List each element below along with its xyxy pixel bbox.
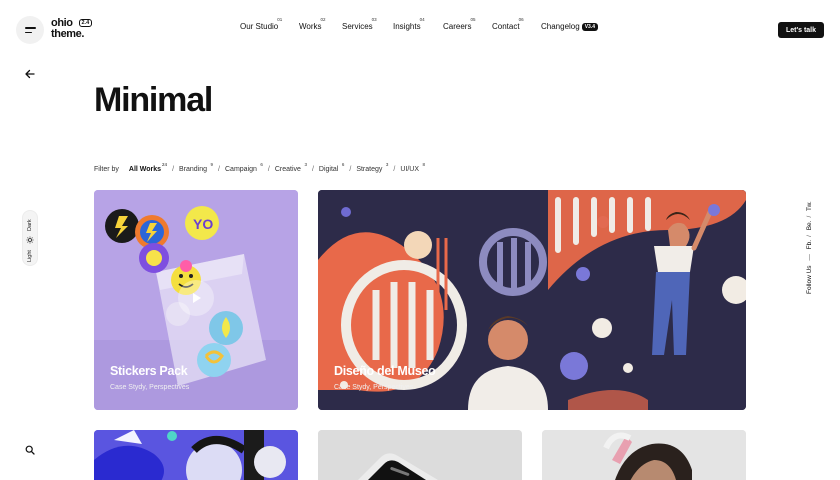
nav-label: Insights bbox=[393, 22, 421, 31]
card-subtitle: Case Stydy, Perspectives bbox=[334, 384, 414, 391]
filter-count: 8 bbox=[422, 162, 426, 167]
nav-services[interactable]: Services 03 bbox=[342, 17, 377, 31]
filter-campaign[interactable]: Campaign 6 bbox=[225, 162, 263, 173]
filter-text: Branding bbox=[179, 166, 208, 173]
social-link-behance[interactable]: Be. bbox=[806, 221, 813, 231]
nav-label: Contact bbox=[492, 22, 520, 31]
lets-talk-button[interactable]: Let's talk bbox=[778, 22, 824, 38]
card-thumbnail bbox=[318, 430, 522, 480]
nav-insights[interactable]: Insights 04 bbox=[393, 17, 425, 31]
theme-light-label: Light bbox=[27, 250, 33, 262]
social-dash: — bbox=[806, 254, 813, 261]
nav-number: 01 bbox=[277, 17, 283, 22]
card-title: Diseño del Museo bbox=[334, 364, 436, 378]
social-link-facebook[interactable]: Fb. bbox=[806, 240, 813, 249]
back-arrow-icon[interactable] bbox=[24, 68, 36, 80]
filter-text: Digital bbox=[318, 166, 339, 173]
filter-count: 6 bbox=[260, 162, 263, 167]
filter-separator: / bbox=[393, 166, 396, 173]
nav-contact[interactable]: Contact 06 bbox=[492, 17, 524, 31]
logo[interactable]: ohio theme. 2.4 bbox=[51, 18, 92, 40]
filter-separator: / bbox=[172, 166, 175, 173]
menu-icon-line bbox=[24, 31, 32, 33]
filter-text: Strategy bbox=[356, 166, 383, 173]
sun-icon bbox=[26, 236, 34, 244]
nav-label: Careers bbox=[443, 22, 472, 31]
nav-label: Services bbox=[342, 22, 373, 31]
nav-number: 03 bbox=[371, 17, 377, 22]
version-badge: V3.4 bbox=[581, 23, 598, 31]
theme-toggle[interactable]: Light Dark bbox=[22, 210, 38, 266]
filter-text: UI/UX bbox=[400, 166, 420, 173]
social-separator: / bbox=[806, 235, 813, 237]
filter-label: Filter by bbox=[94, 166, 119, 173]
filter-text: Campaign bbox=[225, 166, 257, 173]
social-link-twitter[interactable]: Tw. bbox=[806, 201, 813, 211]
filter-text: All Works bbox=[128, 166, 162, 173]
portfolio-card[interactable] bbox=[94, 430, 298, 480]
filter-separator: / bbox=[349, 166, 352, 173]
page-title: Minimal bbox=[94, 81, 213, 119]
filter-count: 3 bbox=[304, 162, 307, 167]
filter-digital[interactable]: Digital 6 bbox=[318, 162, 344, 173]
menu-button[interactable] bbox=[16, 16, 44, 44]
follow-us-label: Follow Us bbox=[806, 265, 813, 294]
search-icon[interactable] bbox=[25, 445, 35, 455]
filter-separator: / bbox=[267, 166, 270, 173]
filter-separator: / bbox=[218, 166, 220, 173]
filter-strategy[interactable]: Strategy 3 bbox=[356, 162, 388, 173]
nav-label: Works bbox=[299, 22, 322, 31]
card-subtitle: Case Stydy, Perspectives bbox=[110, 384, 190, 391]
filter-all-works[interactable]: All Works 24 bbox=[128, 162, 167, 173]
logo-line2: theme. bbox=[51, 27, 85, 40]
logo-version-badge: 2.4 bbox=[79, 19, 92, 27]
nav-our-studio[interactable]: Our Studio 01 bbox=[240, 17, 282, 31]
nav-number: 06 bbox=[518, 17, 524, 22]
play-button[interactable] bbox=[178, 280, 214, 316]
card-title: Stickers Pack bbox=[110, 364, 188, 378]
nav-label: Our Studio bbox=[240, 22, 279, 31]
filter-count: 9 bbox=[210, 162, 214, 167]
filter-creative[interactable]: Creative 3 bbox=[274, 162, 307, 173]
filter-count: 3 bbox=[385, 162, 389, 167]
nav-careers[interactable]: Careers 05 bbox=[443, 17, 475, 31]
portfolio-card-stickers-pack[interactable]: YO Stickers Pack Case Stydy, Perspective… bbox=[94, 190, 298, 410]
portfolio-card[interactable] bbox=[542, 430, 746, 480]
filter-bar: Filter by All Works 24 / Branding 9 / Camp… bbox=[94, 162, 425, 173]
filter-count: 6 bbox=[341, 162, 345, 167]
nav-number: 04 bbox=[419, 17, 425, 22]
filter-separator: / bbox=[311, 166, 314, 173]
card-thumbnail bbox=[542, 430, 746, 480]
portfolio-card[interactable] bbox=[318, 430, 522, 480]
menu-icon-line bbox=[24, 27, 36, 29]
nav-number: 02 bbox=[320, 17, 326, 22]
nav-works[interactable]: Works 02 bbox=[299, 17, 326, 31]
svg-text:YO: YO bbox=[193, 216, 213, 232]
nav-label: Changelog bbox=[541, 22, 580, 31]
theme-dark-label: Dark bbox=[27, 219, 33, 231]
portfolio-card-museo[interactable]: Diseño del Museo Case Stydy, Perspective… bbox=[318, 190, 746, 410]
filter-branding[interactable]: Branding 9 bbox=[179, 162, 213, 173]
social-separator: / bbox=[806, 215, 813, 218]
filter-text: Creative bbox=[274, 166, 301, 173]
filter-ui-ux[interactable]: UI/UX 8 bbox=[400, 162, 425, 173]
filter-count: 24 bbox=[162, 162, 168, 167]
social-links: Follow Us — Fb. / Be. / Tw. bbox=[806, 201, 813, 294]
card-thumbnail bbox=[94, 430, 298, 480]
nav-changelog[interactable]: Changelog V3.4 bbox=[541, 22, 598, 31]
nav-number: 05 bbox=[470, 17, 476, 22]
